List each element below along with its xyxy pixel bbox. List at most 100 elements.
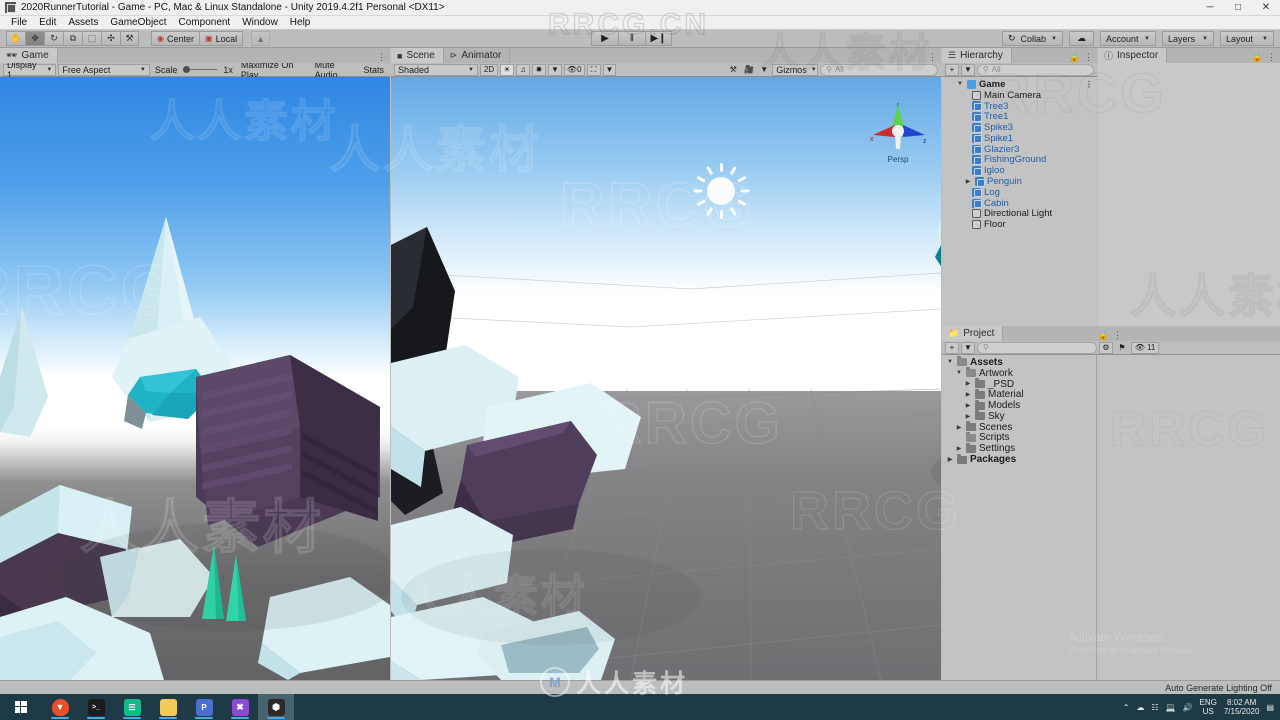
custom-editor-tool-icon[interactable]: ⚒: [120, 31, 139, 46]
taskbar-vscode[interactable]: ✖: [222, 694, 258, 720]
hierarchy-item-cabin[interactable]: Cabin: [942, 198, 1097, 209]
scene-audio-icon[interactable]: ♫: [516, 63, 530, 76]
pivot-mode-button[interactable]: ◉ Center: [151, 31, 199, 46]
menu-edit[interactable]: Edit: [33, 16, 62, 30]
transform-tool-icon[interactable]: ✣: [101, 31, 120, 46]
create-asset-button[interactable]: +: [945, 341, 959, 354]
menu-gameobject[interactable]: GameObject: [104, 16, 172, 30]
fx-dropdown-caret[interactable]: ▼: [548, 63, 562, 76]
close-button[interactable]: ✕: [1252, 0, 1280, 16]
hierarchy-menu-icon[interactable]: ⋮: [1084, 52, 1093, 63]
scene-lighting-icon[interactable]: ☀: [500, 63, 514, 76]
project-asset-grid[interactable]: [1097, 355, 1280, 694]
chevron-down-icon[interactable]: ▼: [961, 63, 975, 76]
scale-slider[interactable]: Scale 1x: [152, 65, 236, 75]
hierarchy-item-tree1[interactable]: Tree1: [942, 111, 1097, 122]
scene-camera-settings-icon[interactable]: ⛶: [586, 63, 601, 76]
hierarchy-item-main-camera[interactable]: Main Camera: [942, 90, 1097, 101]
tab-inspector[interactable]: ⓘ Inspector: [1098, 48, 1168, 63]
scale-tool-icon[interactable]: ⧉: [63, 31, 82, 46]
project-item-packages[interactable]: ▶ Packages: [942, 453, 1096, 465]
hierarchy-item-spike1[interactable]: Spike1: [942, 133, 1097, 144]
expand-arrow-icon[interactable]: ▶: [955, 445, 963, 452]
play-button[interactable]: ▶: [591, 31, 618, 46]
scene-camera-icon[interactable]: 🎥: [742, 64, 756, 76]
expand-arrow-icon[interactable]: ▶: [964, 178, 972, 185]
menu-window[interactable]: Window: [236, 16, 284, 30]
layout-button[interactable]: Layout ▼: [1220, 31, 1274, 46]
hierarchy-item-glazier3[interactable]: Glazier3: [942, 144, 1097, 155]
camera-dropdown-caret[interactable]: ▼: [602, 63, 617, 76]
tab-animator[interactable]: ⊳ Animator: [443, 48, 511, 63]
notification-center-icon[interactable]: ▤: [1266, 703, 1274, 712]
scene-viewport[interactable]: y x z Persp: [391, 77, 941, 680]
taskbar-brave-browser[interactable]: ▼: [42, 694, 78, 720]
minimize-button[interactable]: ─: [1196, 0, 1224, 16]
tab-project[interactable]: 📁 Project: [942, 326, 1004, 341]
menu-assets[interactable]: Assets: [62, 16, 104, 30]
aspect-ratio-dropdown[interactable]: Free Aspect ▼: [58, 63, 150, 76]
scale-slider-track[interactable]: [183, 66, 218, 73]
project-item-sky[interactable]: ▶ Sky: [942, 410, 1096, 422]
stats-toggle[interactable]: Stats: [360, 65, 387, 75]
pivot-rotation-button[interactable]: ▣ Local: [199, 31, 244, 46]
scene-context-menu-icon[interactable]: ⋮: [1085, 80, 1097, 89]
project-item-assets[interactable]: ▼ Assets: [942, 356, 1096, 368]
expand-arrow-icon[interactable]: ▶: [946, 456, 954, 463]
scene-search-input[interactable]: ⚲ All: [820, 63, 938, 76]
scene-orientation-gizmo[interactable]: y x z Persp: [865, 100, 931, 164]
menu-component[interactable]: Component: [173, 16, 237, 30]
project-item-artwork[interactable]: ▼ Artwork: [942, 367, 1096, 379]
lock-icon[interactable]: 🔒: [1252, 52, 1263, 63]
hierarchy-item-spike3[interactable]: Spike3: [942, 122, 1097, 133]
taskbar-chat-app[interactable]: ☰: [114, 694, 150, 720]
rect-tool-icon[interactable]: ⬚: [82, 31, 101, 46]
maximize-button[interactable]: □: [1224, 0, 1252, 16]
taskbar-terminal[interactable]: >_: [78, 694, 114, 720]
game-viewport[interactable]: [0, 77, 390, 680]
scene-fx-icon[interactable]: ✹: [532, 63, 546, 76]
taskbar-file-explorer[interactable]: [150, 694, 186, 720]
language-indicator[interactable]: ENG US: [1200, 698, 1217, 716]
step-button[interactable]: ▶❙: [645, 31, 672, 46]
toggle-2d-button[interactable]: 2D: [480, 63, 498, 76]
hierarchy-search-input[interactable]: ⚲ All: [976, 63, 1094, 76]
tray-app-icon[interactable]: ☷: [1151, 703, 1158, 712]
expand-arrow-icon[interactable]: ▼: [946, 359, 954, 365]
hierarchy-item-fishingground[interactable]: FishingGround: [942, 154, 1097, 165]
expand-arrow-icon[interactable]: ▼: [956, 81, 964, 87]
project-item-models[interactable]: ▶ Models: [942, 399, 1096, 411]
shading-mode-dropdown[interactable]: Shaded ▼: [394, 63, 478, 76]
project-item-settings[interactable]: ▶ Settings: [942, 442, 1096, 454]
expand-arrow-icon[interactable]: ▶: [964, 413, 972, 420]
projection-mode-label[interactable]: Persp: [865, 155, 931, 164]
display-dropdown[interactable]: Display 1 ▼: [3, 60, 57, 80]
expand-arrow-icon[interactable]: ▶: [964, 391, 972, 398]
hierarchy-item-log[interactable]: Log: [942, 187, 1097, 198]
inspector-menu-icon[interactable]: ⋮: [1267, 52, 1276, 63]
filter-by-label-icon[interactable]: ⚑: [1115, 342, 1129, 354]
tab-game[interactable]: 🕶 Game: [0, 48, 58, 63]
menu-help[interactable]: Help: [284, 16, 317, 30]
pause-button[interactable]: ‖: [618, 31, 645, 46]
collab-button[interactable]: ↻ Collab ▼: [1001, 31, 1063, 46]
hierarchy-item-igloo[interactable]: Igloo: [942, 165, 1097, 176]
move-tool-icon[interactable]: ✥: [25, 31, 44, 46]
project-search-input[interactable]: ⚲: [976, 341, 1097, 354]
volume-icon[interactable]: 🔊: [1183, 703, 1193, 712]
project-item-psd[interactable]: ▶ _PSD: [942, 377, 1096, 390]
expand-arrow-icon[interactable]: ▶: [964, 402, 972, 409]
gizmos-dropdown[interactable]: Gizmos ▼: [772, 63, 819, 76]
expand-arrow-icon[interactable]: ▶: [964, 380, 972, 387]
hierarchy-item-game[interactable]: ▼ Game ⋮: [942, 79, 1097, 90]
expand-arrow-icon[interactable]: ▶: [955, 424, 963, 431]
account-button[interactable]: Account ▼: [1100, 31, 1156, 46]
rotate-tool-icon[interactable]: ↻: [44, 31, 63, 46]
layers-button[interactable]: Layers ▼: [1162, 31, 1214, 46]
scene-visibility-icon[interactable]: 👁 0: [563, 63, 585, 76]
hand-tool-icon[interactable]: ✋: [6, 31, 25, 46]
hierarchy-item-penguin[interactable]: ▶ Penguin: [942, 176, 1097, 187]
project-menu-icon[interactable]: ⋮: [1113, 330, 1122, 341]
expand-arrow-icon[interactable]: ▼: [955, 370, 963, 376]
network-icon[interactable]: 💻: [1166, 703, 1176, 712]
